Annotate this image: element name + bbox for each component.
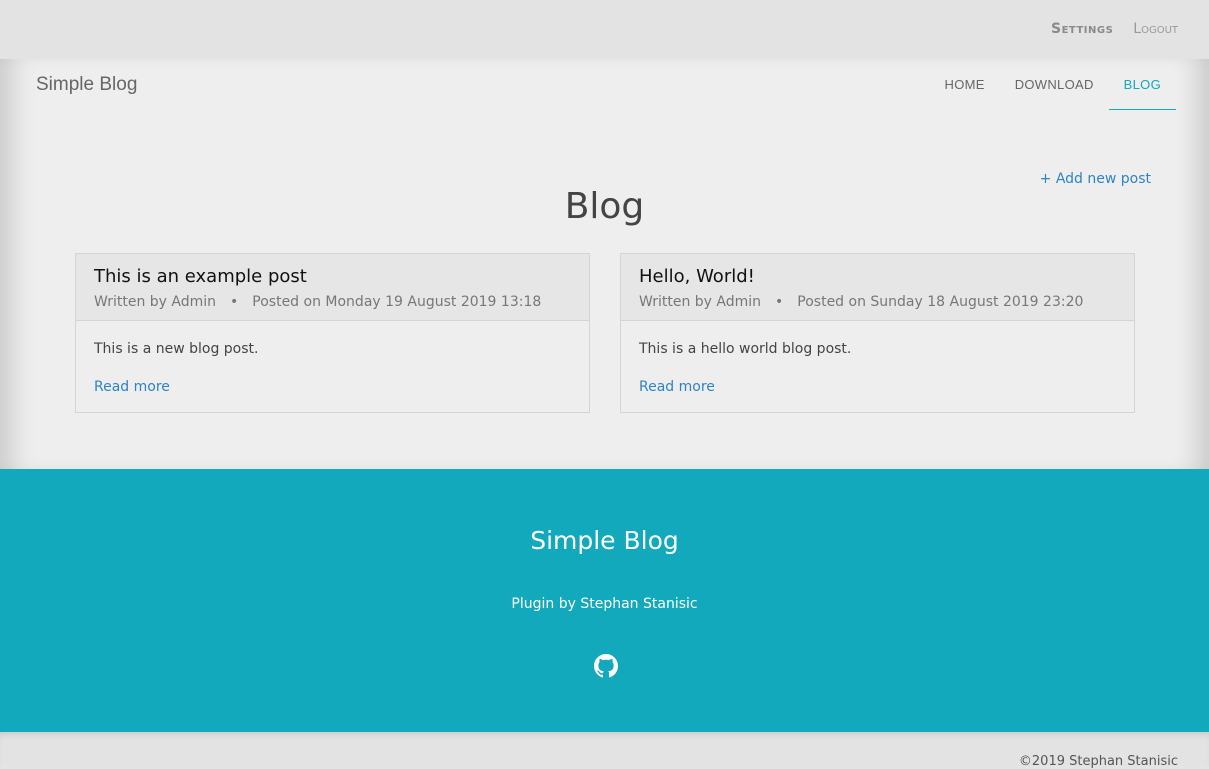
bottom-bar: ©2019 Stephan Stanisic xyxy=(0,732,1209,769)
post-author: Written by Admin xyxy=(94,294,217,310)
page-title: Blog xyxy=(564,186,645,227)
separator-dot: • xyxy=(230,294,239,310)
settings-link[interactable]: Settings xyxy=(1051,21,1113,37)
post-excerpt: This is a hello world blog post. xyxy=(639,341,852,357)
post-card-body: This is a new blog post. Read more xyxy=(76,321,589,395)
post-card-header: Hello, World! Written by Admin • Posted on… xyxy=(621,254,1134,321)
copyright: ©2019 Stephan Stanisic xyxy=(1018,754,1178,769)
nav-download[interactable]: DOWNLOAD xyxy=(1000,59,1109,110)
post-card-header: This is an example post Written by Admin… xyxy=(76,254,589,321)
top-bar: Settings Logout xyxy=(0,0,1209,59)
read-more-link[interactable]: Read more xyxy=(639,379,715,395)
post-date: Posted on Monday 19 August 2019 13:18 xyxy=(252,294,542,310)
post-card-body: This is a hello world blog post. Read mo… xyxy=(621,321,1134,395)
post-author: Written by Admin xyxy=(639,294,762,310)
footer-title: Simple Blog xyxy=(530,526,679,555)
read-more-link[interactable]: Read more xyxy=(94,379,170,395)
logout-link[interactable]: Logout xyxy=(1133,21,1178,37)
main-container: Simple Blog HOME DOWNLOAD BLOG + Add new… xyxy=(0,59,1209,469)
post-title: This is an example post xyxy=(94,266,307,287)
brand-link[interactable]: Simple Blog xyxy=(36,74,137,96)
post-title: Hello, World! xyxy=(639,266,755,287)
main-nav: HOME DOWNLOAD BLOG xyxy=(930,59,1176,110)
post-excerpt: This is a new blog post. xyxy=(94,341,259,357)
post-date: Posted on Sunday 18 August 2019 23:20 xyxy=(797,294,1084,310)
post-meta: Written by Admin • Posted on Sunday 18 Aug… xyxy=(639,294,1116,310)
nav-blog[interactable]: BLOG xyxy=(1108,59,1176,110)
separator-dot: • xyxy=(775,294,784,310)
post-card: Hello, World! Written by Admin • Posted on… xyxy=(620,253,1135,413)
nav-home[interactable]: HOME xyxy=(930,59,1000,110)
github-icon[interactable] xyxy=(594,654,618,678)
post-meta: Written by Admin • Posted on Monday 19 Aug… xyxy=(94,294,571,310)
account-links: Settings Logout xyxy=(1051,21,1178,37)
post-card: This is an example post Written by Admin… xyxy=(75,253,590,413)
site-footer: Simple Blog Plugin by Stephan Stanisic xyxy=(0,469,1209,732)
footer-subtitle: Plugin by Stephan Stanisic xyxy=(511,596,698,612)
add-new-post-link[interactable]: + Add new post xyxy=(1040,171,1151,187)
